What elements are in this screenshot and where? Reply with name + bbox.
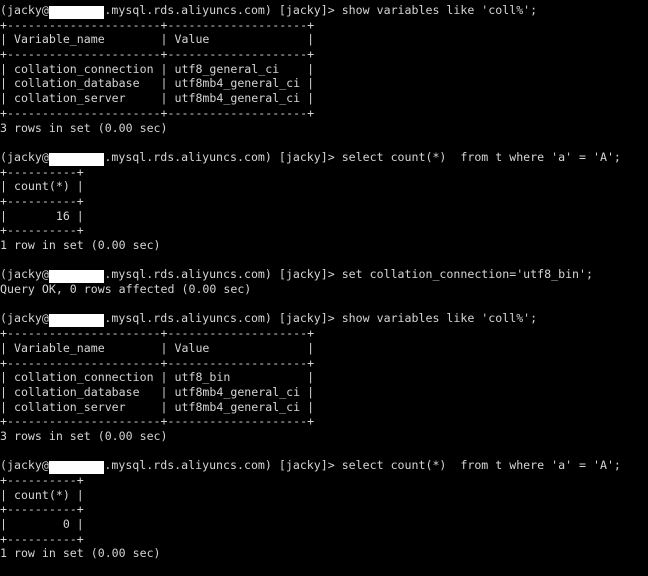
redacted-hostname-block <box>48 270 105 284</box>
table-row: | Variable_name | Value | <box>0 32 315 47</box>
table-border: +----------+ <box>0 473 84 487</box>
row-count-status: 3 rows in set (0.00 sec) <box>0 120 168 135</box>
table-border: +----------------------+----------------… <box>0 355 315 370</box>
command-text: select count(*) from t where 'a' = 'A'; <box>341 458 621 473</box>
table-border: +----------+ <box>0 193 84 208</box>
table-row: | count(*) | <box>0 179 84 194</box>
prompt-host-suffix: .mysql.rds.aliyuncs.com) [jacky]> <box>104 149 342 164</box>
prompt-line: (jacky@ .mysql.rds.aliyuncs.com) [jacky]>… <box>0 267 648 284</box>
table-border: +----------------------+----------------… <box>0 17 315 32</box>
query-status: Query OK, 0 rows affected (0.00 sec) <box>0 282 252 297</box>
terminal-window[interactable]: (jacky@ .mysql.rds.aliyuncs.com) [jacky]>… <box>0 0 648 576</box>
prompt-user-prefix: (jacky@ <box>0 149 49 164</box>
table-row: | Variable_name | Value | <box>0 340 315 355</box>
command-text: show variables like 'coll%'; <box>341 3 538 17</box>
prompt-line: (jacky@ .mysql.rds.aliyuncs.com) [jacky]>… <box>0 311 648 328</box>
table-border: +----------------------+----------------… <box>0 105 315 120</box>
prompt-line: (jacky@ .mysql.rds.aliyuncs.com) [jacky]>… <box>0 458 648 475</box>
table-border: +----------+ <box>0 502 84 517</box>
prompt-user-prefix: (jacky@ <box>0 3 49 17</box>
redacted-hostname-block <box>48 461 105 475</box>
prompt-line: (jacky@ .mysql.rds.aliyuncs.com) [jacky]>… <box>0 3 648 19</box>
prompt-user-prefix: (jacky@ <box>0 267 49 282</box>
prompt-host-suffix: .mysql.rds.aliyuncs.com) [jacky]> <box>104 458 342 473</box>
table-row: | collation_database | utf8mb4_general_c… <box>0 76 315 91</box>
table-row: | collation_connection | utf8_general_ci… <box>0 61 315 76</box>
command-text: select count(*) from t where 'a' = 'A'; <box>341 149 621 164</box>
table-row: | 16 | <box>0 208 84 223</box>
redacted-hostname-block <box>48 152 105 166</box>
table-row: | count(*) | <box>0 487 84 502</box>
table-border: +----------------------+----------------… <box>0 326 315 341</box>
table-border: +----------+ <box>0 531 84 546</box>
prompt-user-prefix: (jacky@ <box>0 311 49 326</box>
table-row: | collation_connection | utf8_bin | <box>0 370 315 385</box>
table-border: +----------------------+----------------… <box>0 414 315 429</box>
row-count-status: 1 row in set (0.00 sec) <box>0 238 161 252</box>
command-text: set collation_connection='utf8_bin'; <box>341 267 593 282</box>
table-border: +----------+ <box>0 223 84 238</box>
prompt-host-suffix: .mysql.rds.aliyuncs.com) [jacky]> <box>104 3 342 17</box>
redacted-hostname-block <box>48 314 105 328</box>
table-row: | 0 | <box>0 517 84 532</box>
redacted-hostname-block <box>48 6 105 19</box>
table-row: | collation_server | utf8mb4_general_ci … <box>0 91 315 106</box>
prompt-host-suffix: .mysql.rds.aliyuncs.com) [jacky]> <box>104 267 342 282</box>
table-border: +----------------------+----------------… <box>0 47 315 62</box>
table-row: | collation_database | utf8mb4_general_c… <box>0 384 315 399</box>
row-count-status: 1 row in set (0.00 sec) <box>0 546 161 561</box>
row-count-status: 3 rows in set (0.00 sec) <box>0 428 168 443</box>
prompt-user-prefix: (jacky@ <box>0 458 49 473</box>
table-border: +----------+ <box>0 164 84 179</box>
table-row: | collation_server | utf8mb4_general_ci … <box>0 399 315 414</box>
prompt-host-suffix: .mysql.rds.aliyuncs.com) [jacky]> <box>104 311 342 326</box>
command-text: show variables like 'coll%'; <box>341 311 538 326</box>
prompt-line: (jacky@ .mysql.rds.aliyuncs.com) [jacky]>… <box>0 149 648 166</box>
